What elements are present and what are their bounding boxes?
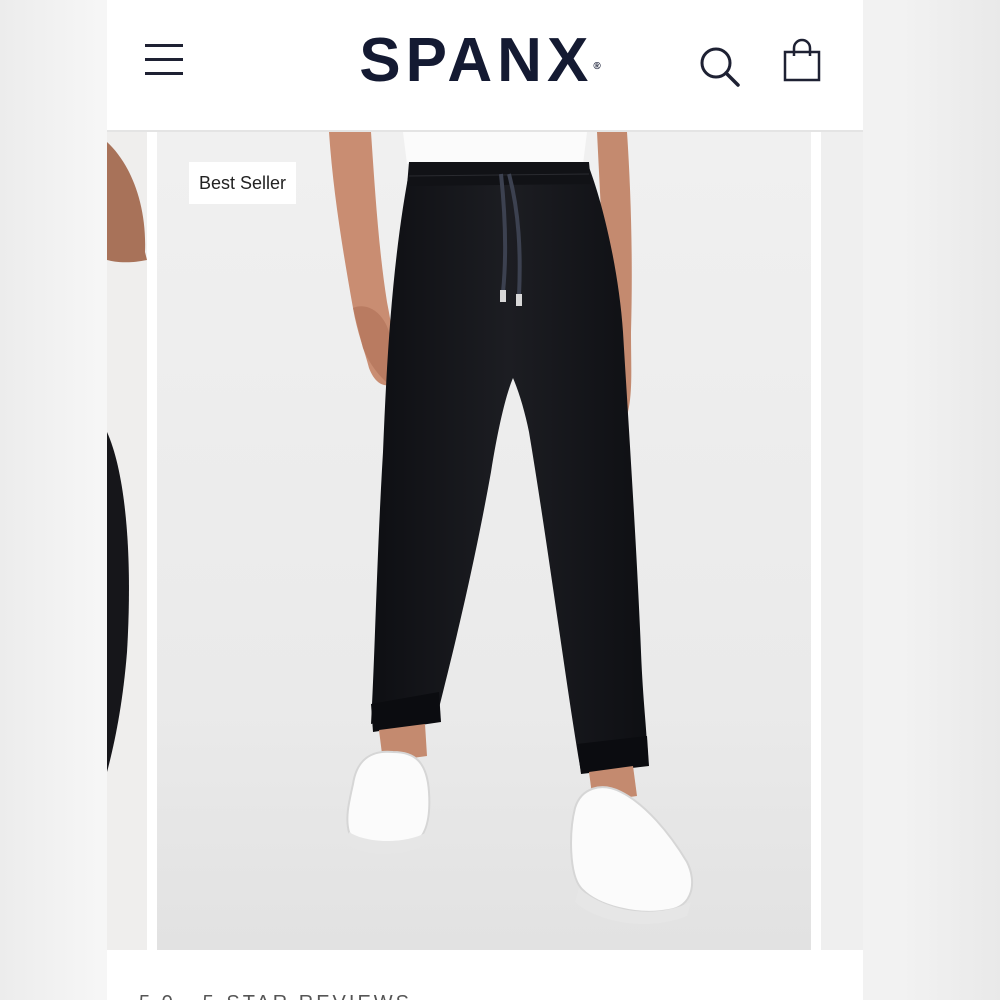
- shopping-bag-icon: [783, 38, 821, 82]
- page: SPANX® Best Seller: [0, 0, 1000, 1000]
- menu-button[interactable]: [143, 42, 185, 78]
- site-header: SPANX®: [107, 0, 863, 132]
- registered-mark: ®: [593, 61, 601, 72]
- product-image-carousel[interactable]: Best Seller: [107, 132, 863, 954]
- brand-name: SPANX: [359, 26, 594, 95]
- search-icon: [700, 47, 740, 87]
- best-seller-badge: Best Seller: [189, 162, 297, 204]
- previous-product-image: [107, 132, 147, 950]
- main-product-slide[interactable]: Best Seller: [157, 132, 811, 950]
- product-info-panel: 5,0 · 5-STAR REVIEWS: [107, 954, 863, 1000]
- menu-icon-line: [145, 44, 183, 47]
- brand-logo[interactable]: SPANX®: [325, 26, 635, 96]
- cart-button[interactable]: [781, 38, 825, 84]
- next-slide[interactable]: [821, 132, 863, 950]
- menu-icon-line: [145, 58, 183, 61]
- product-photo-jogger-pants: [157, 132, 811, 950]
- mobile-screen: SPANX® Best Seller: [107, 0, 863, 1000]
- reviews-summary[interactable]: 5,0 · 5-STAR REVIEWS: [139, 992, 412, 1000]
- search-button[interactable]: [697, 44, 743, 90]
- menu-icon-line: [145, 72, 183, 75]
- previous-slide[interactable]: [107, 132, 147, 950]
